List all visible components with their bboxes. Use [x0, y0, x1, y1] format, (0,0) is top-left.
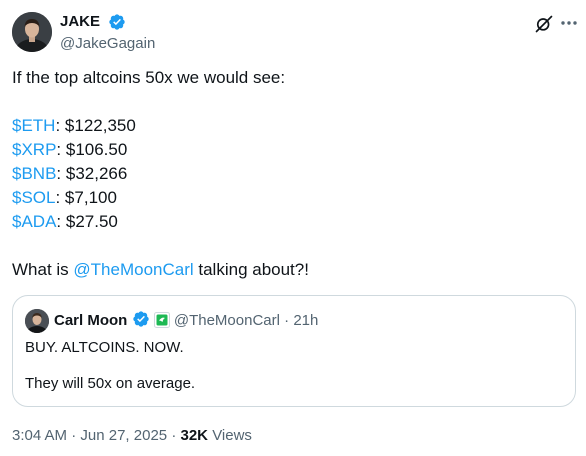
quote-text-line-1: BUY. ALTCOINS. NOW.: [25, 339, 184, 356]
verified-badge-icon[interactable]: [132, 310, 150, 328]
tweet-date[interactable]: Jun 27, 2025: [80, 427, 167, 444]
tweet-intro: If the top altcoins 50x we would see:: [12, 68, 286, 87]
quote-header: Carl Moon @TheMoonCarl · 21h: [54, 310, 319, 329]
quoted-tweet-card[interactable]: Carl Moon @TheMoonCarl · 21h BUY. ALTCOI…: [12, 295, 576, 407]
quote-text-line-2: They will 50x on average.: [25, 375, 196, 392]
views-label: Views: [212, 427, 252, 444]
cashtag-link[interactable]: $XRP: [12, 140, 56, 159]
views-count: 32K: [180, 427, 209, 444]
quote-handle[interactable]: @TheMoonCarl: [174, 312, 280, 329]
tweet-time[interactable]: 3:04 AM: [12, 427, 67, 444]
quote-time[interactable]: 21h: [293, 312, 318, 329]
price-value: : $122,350: [55, 116, 136, 135]
price-value: : $32,266: [56, 164, 128, 183]
affiliate-badge-icon[interactable]: [153, 312, 170, 328]
mention-link[interactable]: @TheMoonCarl: [73, 260, 193, 279]
cashtag-link[interactable]: $ADA: [12, 212, 56, 231]
price-value: : $106.50: [56, 140, 128, 159]
cashtag-link[interactable]: $SOL: [12, 188, 55, 207]
price-value: : $7,100: [55, 188, 117, 207]
grok-icon[interactable]: [534, 14, 554, 34]
price-row: $SOL: $7,100: [12, 186, 572, 210]
price-row: $XRP: $106.50: [12, 138, 572, 162]
price-row: $ADA: $27.50: [12, 210, 572, 234]
author-avatar[interactable]: [12, 12, 52, 52]
price-row: $ETH: $122,350: [12, 114, 572, 138]
quote-display-name[interactable]: Carl Moon: [54, 312, 127, 329]
author-block: JAKE @JakeGagain: [60, 12, 155, 54]
tweet-question: What is @TheMoonCarl talking about?!: [12, 260, 309, 279]
price-value: : $27.50: [56, 212, 118, 231]
verified-badge-icon[interactable]: [108, 13, 126, 31]
price-row: $BNB: $32,266: [12, 162, 572, 186]
quote-author-avatar[interactable]: [25, 309, 49, 333]
author-handle[interactable]: @JakeGagain: [60, 34, 155, 54]
tweet-meta: 3:04 AM · Jun 27, 2025 · 32K Views: [12, 427, 252, 444]
tweet-body: If the top altcoins 50x we would see: $E…: [12, 66, 572, 282]
cashtag-link[interactable]: $BNB: [12, 164, 56, 183]
more-options-icon[interactable]: [560, 12, 578, 34]
cashtag-link[interactable]: $ETH: [12, 116, 55, 135]
author-display-name[interactable]: JAKE: [60, 12, 100, 32]
